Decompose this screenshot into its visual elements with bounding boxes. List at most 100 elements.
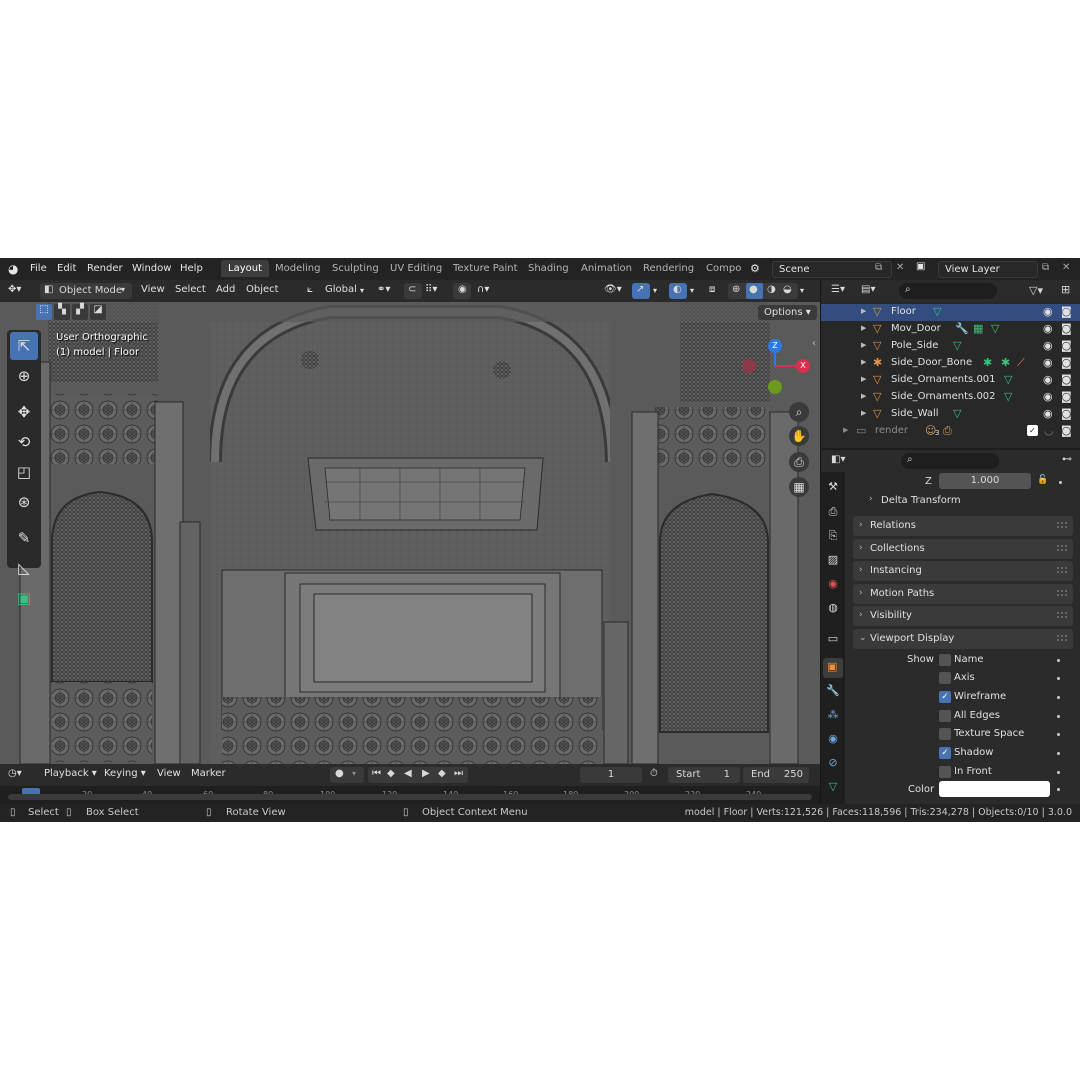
scene-tab-icon[interactable]: ◉ bbox=[825, 577, 841, 593]
solid-shading-button[interactable]: ● bbox=[746, 283, 763, 299]
expand-icon[interactable]: ▶ bbox=[843, 426, 848, 434]
tab-texture-paint[interactable]: Texture Paint bbox=[453, 263, 518, 274]
mode-dropdown[interactable]: ◧ Object Mode ▾ bbox=[40, 283, 132, 299]
editor-type-icon[interactable]: ✥▾ bbox=[8, 284, 21, 295]
options-dropdown[interactable]: Options ▾ bbox=[758, 305, 817, 320]
outliner-search-input[interactable]: ⌕ bbox=[899, 283, 997, 299]
new-scene-icon[interactable]: ⧉ bbox=[875, 262, 882, 273]
panel-motion-paths[interactable]: › Motion Paths bbox=[853, 584, 1073, 604]
new-collection-icon[interactable]: ⊞ bbox=[1061, 283, 1070, 296]
grid-view-icon[interactable]: ▦ bbox=[789, 477, 809, 497]
physics-tab-icon[interactable]: ◉ bbox=[825, 732, 841, 748]
chevron-down-icon[interactable]: ▾ bbox=[653, 286, 657, 295]
add-cube-tool[interactable]: ▣ bbox=[10, 584, 38, 612]
play-icon[interactable]: ▶ bbox=[422, 768, 430, 779]
measure-tool[interactable]: ◺ bbox=[10, 554, 38, 582]
material-shading-icon[interactable]: ◑ bbox=[767, 284, 776, 295]
scene-field[interactable]: Scene bbox=[772, 261, 892, 278]
camera-icon[interactable]: ◙ bbox=[1061, 322, 1072, 335]
camera-view-icon[interactable]: ⎙ bbox=[789, 452, 809, 472]
pan-hand-icon[interactable]: ✋ bbox=[789, 426, 809, 446]
show-texture-space-checkbox[interactable] bbox=[939, 728, 951, 740]
close-view-layer-icon[interactable]: ✕ bbox=[1062, 262, 1070, 273]
view-layer-field[interactable]: View Layer bbox=[938, 261, 1038, 278]
transform-tool[interactable]: ⊛ bbox=[10, 488, 38, 516]
panel-instancing[interactable]: › Instancing bbox=[853, 561, 1073, 581]
outliner-row-side-wall[interactable]: ▶ ▽ Side_Wall ▽ ◉ ◙ bbox=[821, 406, 1080, 423]
keyframe-dot[interactable] bbox=[1057, 715, 1060, 718]
tab-shading[interactable]: Shading bbox=[528, 263, 569, 274]
keyframe-dot[interactable] bbox=[1057, 771, 1060, 774]
panel-viewport-display[interactable]: ⌄ Viewport Display bbox=[853, 629, 1073, 649]
menu-keying[interactable]: Keying ▾ bbox=[104, 768, 146, 779]
timeline-scrollbar[interactable] bbox=[8, 794, 812, 800]
chevron-down-icon[interactable]: ▾ bbox=[800, 286, 804, 295]
rotate-tool[interactable]: ⟲ bbox=[10, 428, 38, 456]
eye-icon[interactable]: ◉ bbox=[1043, 407, 1053, 420]
expand-icon[interactable]: ▶ bbox=[861, 409, 866, 417]
camera-icon[interactable]: ◙ bbox=[1061, 407, 1072, 420]
tab-layout[interactable]: Layout bbox=[221, 260, 269, 277]
menu-marker[interactable]: Marker bbox=[191, 768, 226, 779]
outliner-row-side-ornaments-002[interactable]: ▶ ▽ Side_Ornaments.002 ▽ ◉ ◙ bbox=[821, 389, 1080, 406]
drag-grip-icon[interactable] bbox=[1057, 545, 1067, 551]
tab-modeling[interactable]: Modeling bbox=[275, 263, 321, 274]
prev-keyframe-icon[interactable]: ◆ bbox=[387, 768, 395, 779]
menu-playback[interactable]: Playback ▾ bbox=[44, 768, 97, 779]
render-tab-icon[interactable]: ⎙ bbox=[825, 505, 841, 521]
outliner-row-side-door-bone[interactable]: ▶ ✱ Side_Door_Bone ✱ ✱ ⟋ ◉ ◙ bbox=[821, 355, 1080, 372]
keyframe-dot[interactable] bbox=[1057, 677, 1060, 680]
collection-tab-icon[interactable]: ▭ bbox=[825, 632, 841, 648]
tab-rendering[interactable]: Rendering bbox=[643, 263, 694, 274]
output-tab-icon[interactable]: ⎘ bbox=[825, 529, 841, 545]
show-name-checkbox[interactable] bbox=[939, 654, 951, 666]
tab-sculpting[interactable]: Sculpting bbox=[332, 263, 379, 274]
camera-icon[interactable]: ◙ bbox=[1061, 373, 1072, 386]
orientation-icon[interactable]: ⟀ bbox=[307, 284, 313, 295]
show-wireframe-checkbox[interactable]: ✓ bbox=[939, 691, 951, 703]
jump-start-icon[interactable]: ⏮ bbox=[372, 768, 381, 779]
menu-file[interactable]: File bbox=[30, 263, 47, 274]
snap-target-icon[interactable]: ⠿▾ bbox=[425, 284, 437, 295]
menu-add[interactable]: Add bbox=[216, 284, 235, 295]
scene-icon[interactable]: ⚙ bbox=[750, 262, 760, 275]
tab-compositing[interactable]: Compo bbox=[706, 263, 741, 274]
eye-icon[interactable]: ◉ bbox=[1043, 390, 1053, 403]
visibility-icon[interactable]: 👁▾ bbox=[604, 284, 622, 295]
falloff-icon[interactable]: ∩▾ bbox=[477, 284, 489, 295]
show-in-front-checkbox[interactable] bbox=[939, 766, 951, 778]
proportional-edit-toggle[interactable]: ◉ bbox=[453, 283, 471, 299]
chevron-down-icon[interactable]: ▾ bbox=[690, 286, 694, 295]
timeline-ruler[interactable]: 20 40 60 80 100 120 140 160 180 200 220 … bbox=[0, 786, 820, 804]
current-frame-field[interactable]: 1 bbox=[580, 767, 642, 783]
menu-timeline-view[interactable]: View bbox=[157, 768, 181, 779]
gizmo-toggle[interactable]: ↗ bbox=[632, 283, 650, 299]
pivot-icon[interactable]: ⚭▾ bbox=[377, 284, 390, 295]
select-subtract-icon[interactable]: ▞ bbox=[72, 304, 88, 320]
gizmo-x[interactable]: X bbox=[796, 359, 810, 373]
move-tool[interactable]: ✥ bbox=[10, 398, 38, 426]
expand-icon[interactable]: ▶ bbox=[861, 375, 866, 383]
drag-grip-icon[interactable] bbox=[1057, 590, 1067, 596]
show-shadow-checkbox[interactable]: ✓ bbox=[939, 747, 951, 759]
next-keyframe-icon[interactable]: ◆ bbox=[438, 768, 446, 779]
exclude-checkbox[interactable]: ✓ bbox=[1027, 425, 1038, 436]
keyframe-dot[interactable] bbox=[1057, 733, 1060, 736]
drag-grip-icon[interactable] bbox=[1057, 612, 1067, 618]
menu-render[interactable]: Render bbox=[87, 263, 123, 274]
close-scene-icon[interactable]: ✕ bbox=[896, 262, 904, 273]
eye-icon[interactable]: ◉ bbox=[1043, 356, 1053, 369]
select-invert-icon[interactable]: ◪ bbox=[90, 304, 106, 320]
panel-collections[interactable]: › Collections bbox=[853, 539, 1073, 559]
stopwatch-icon[interactable]: ⏱ bbox=[650, 768, 658, 779]
menu-select[interactable]: Select bbox=[175, 284, 206, 295]
zoom-icon[interactable]: ⌕ bbox=[789, 402, 809, 422]
tool-tab-icon[interactable]: ⚒ bbox=[825, 480, 841, 496]
constraints-tab-icon[interactable]: ⊘ bbox=[825, 756, 841, 772]
panel-visibility[interactable]: › Visibility bbox=[853, 606, 1073, 626]
snap-toggle[interactable]: ⊂ bbox=[404, 283, 422, 299]
keyframe-dot[interactable] bbox=[1057, 696, 1060, 699]
scale-tool[interactable]: ◰ bbox=[10, 458, 38, 486]
end-frame-field[interactable]: End 250 bbox=[743, 767, 809, 783]
drag-grip-icon[interactable] bbox=[1057, 635, 1067, 641]
